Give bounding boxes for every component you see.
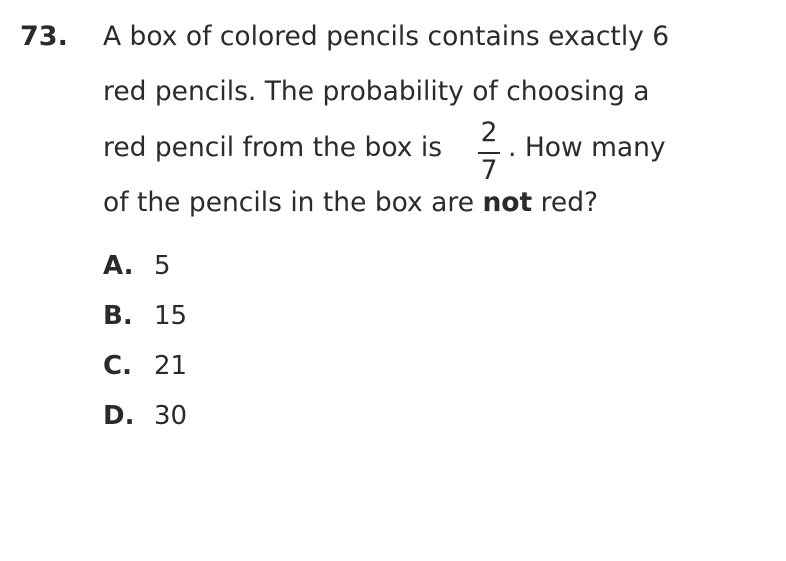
answer-choice-a[interactable]: A. 5	[103, 250, 171, 282]
choice-letter: B.	[103, 301, 133, 331]
choice-value: 15	[154, 301, 188, 331]
choice-letter: D.	[103, 401, 135, 431]
choice-value: 5	[154, 251, 171, 281]
fraction-denominator: 7	[480, 155, 498, 186]
probability-fraction: 2 7	[474, 116, 504, 188]
answer-choice-b[interactable]: B. 15	[103, 300, 187, 332]
question-line-1: A box of colored pencils contains exactl…	[103, 21, 670, 52]
choice-value: 30	[154, 401, 188, 431]
question-line-3-before-fraction: red pencil from the box is	[103, 132, 443, 163]
question-line-4-before: of the pencils in the box are	[103, 187, 483, 218]
question-emphasis-not: not	[482, 187, 533, 218]
answer-choice-d[interactable]: D. 30	[103, 400, 187, 432]
question-line-3-after-fraction: . How many	[508, 132, 666, 163]
choice-letter: C.	[103, 351, 132, 381]
question-line-4-after: red?	[532, 187, 599, 218]
question-block: 73. A box of colored pencils contains ex…	[0, 0, 786, 561]
choice-letter: A.	[103, 251, 134, 281]
answer-choice-c[interactable]: C. 21	[103, 350, 187, 382]
question-line-4: of the pencils in the box are not red?	[103, 186, 598, 220]
question-line-2: red pencils. The probability of choosing…	[103, 76, 650, 107]
question-number: 73.	[20, 21, 68, 52]
choice-value: 21	[154, 351, 188, 381]
fraction-numerator: 2	[480, 117, 498, 148]
